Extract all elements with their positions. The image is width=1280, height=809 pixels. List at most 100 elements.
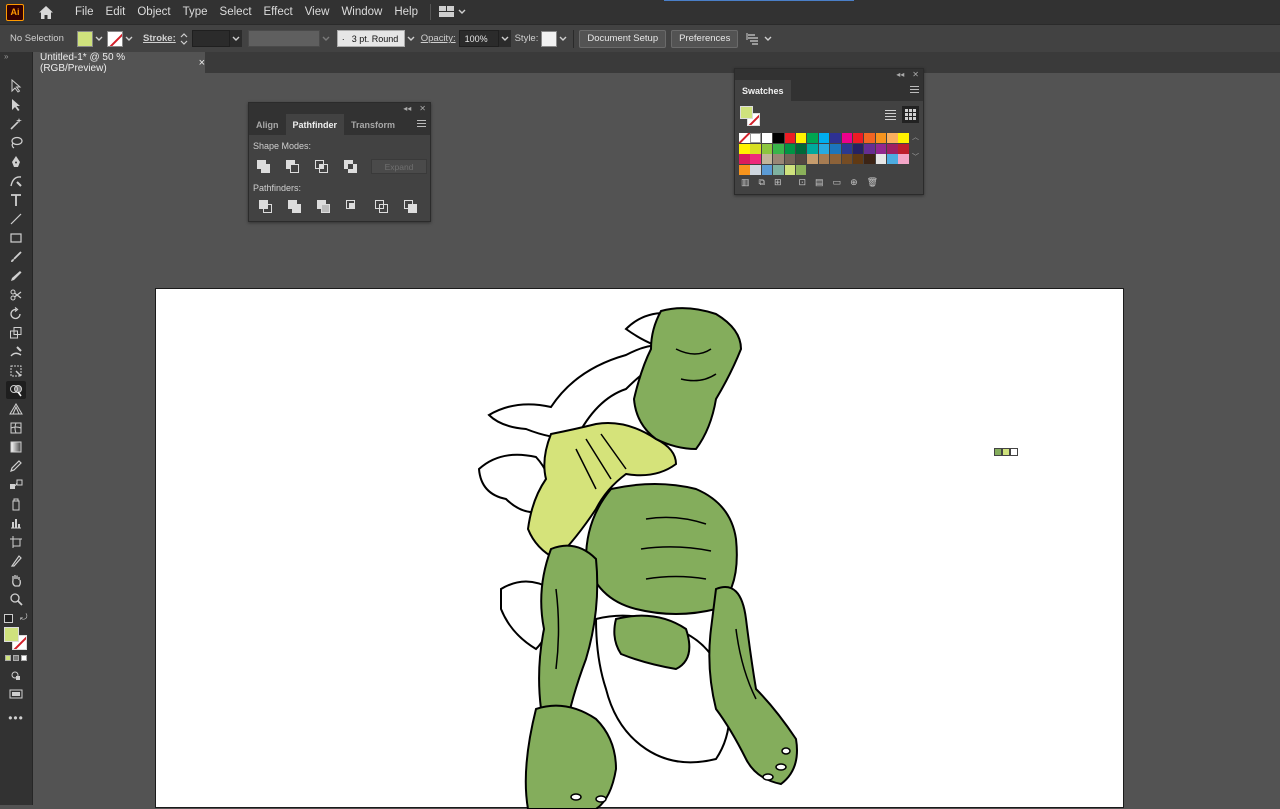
preferences-button[interactable]: Preferences xyxy=(671,29,739,48)
menu-window[interactable]: Window xyxy=(335,0,388,24)
merge-icon[interactable] xyxy=(317,200,331,214)
paintbrush-icon[interactable] xyxy=(6,248,26,266)
trash-icon[interactable]: 🗑 xyxy=(867,177,878,188)
swatch-options-icon[interactable]: ⊞ xyxy=(774,177,782,188)
edit-color-group-icon[interactable]: ▤ xyxy=(815,177,824,188)
swatch-row3-9[interactable] xyxy=(841,154,853,165)
swatch-row2-11[interactable] xyxy=(864,143,875,154)
swatch-row2-13[interactable] xyxy=(887,143,898,154)
none-mode-icon[interactable] xyxy=(21,655,27,661)
shape-builder-icon[interactable] xyxy=(6,381,26,399)
artboard-icon[interactable] xyxy=(6,533,26,551)
swatch-row3-4[interactable] xyxy=(784,154,796,165)
document-setup-button[interactable]: Document Setup xyxy=(579,29,667,48)
swatch-row3-6[interactable] xyxy=(807,154,818,165)
tab-swatches[interactable]: Swatches xyxy=(735,80,791,101)
gradient-mode-icon[interactable] xyxy=(13,655,19,661)
menu-type[interactable]: Type xyxy=(177,0,214,24)
type-icon[interactable] xyxy=(6,191,26,209)
canvas-swatch-group[interactable] xyxy=(994,448,1018,456)
menu-select[interactable]: Select xyxy=(214,0,258,24)
swatch-row1-14[interactable] xyxy=(898,133,909,143)
swatch-row3-5[interactable] xyxy=(795,154,807,165)
intersect-icon[interactable] xyxy=(315,160,329,174)
minus-back-icon[interactable] xyxy=(404,200,418,214)
scissors-icon[interactable] xyxy=(6,286,26,304)
chevron-down-icon[interactable] xyxy=(498,30,511,47)
swatch-row4-3[interactable] xyxy=(773,164,784,175)
close-icon[interactable]: × xyxy=(199,57,205,69)
new-color-group-icon[interactable]: ⊡ xyxy=(799,177,807,188)
magic-wand-icon[interactable] xyxy=(6,115,26,133)
swatch-row2-4[interactable] xyxy=(784,143,796,154)
swatch-row4-5[interactable] xyxy=(795,164,807,175)
swatch-row1-7[interactable] xyxy=(818,133,830,143)
menu-view[interactable]: View xyxy=(299,0,336,24)
tab-pathfinder[interactable]: Pathfinder xyxy=(285,114,345,135)
swap-colors-icon[interactable]: ⤾ xyxy=(20,612,28,623)
swatch-row1-1[interactable] xyxy=(750,133,761,143)
blend-icon[interactable] xyxy=(6,476,26,494)
swatch-row1-0[interactable] xyxy=(739,133,750,143)
swatch-row1-10[interactable] xyxy=(852,133,864,143)
tab-align[interactable]: Align xyxy=(249,114,286,135)
gradient-icon[interactable] xyxy=(6,438,26,456)
warp-icon[interactable] xyxy=(6,343,26,361)
swatch-row1-3[interactable] xyxy=(773,133,784,143)
swatch-row1-4[interactable] xyxy=(784,133,796,143)
rotate-icon[interactable] xyxy=(6,305,26,323)
rectangle-icon[interactable] xyxy=(6,229,26,247)
trim-icon[interactable] xyxy=(288,200,302,214)
arrange-icon[interactable] xyxy=(746,31,762,47)
panel-menu-icon[interactable] xyxy=(910,86,919,95)
color-mode-icon[interactable] xyxy=(5,655,11,661)
swatch-scrollbar[interactable]: ︿ ﹀ xyxy=(912,133,919,163)
divide-icon[interactable] xyxy=(259,200,273,214)
home-icon[interactable] xyxy=(37,3,55,21)
swatch-row1-8[interactable] xyxy=(830,133,841,143)
expand-button[interactable]: Expand xyxy=(371,159,427,174)
stroke-weight-field[interactable] xyxy=(191,30,230,47)
swatch-row2-12[interactable] xyxy=(875,143,887,154)
collapse-icon[interactable]: ◂◂ xyxy=(896,70,904,79)
graphic-style-swatch[interactable] xyxy=(541,30,558,47)
menu-help[interactable]: Help xyxy=(388,0,424,24)
swatch-libraries-icon[interactable]: ▥ xyxy=(741,177,750,188)
symbol-sprayer-icon[interactable] xyxy=(6,495,26,513)
swatch-row1-13[interactable] xyxy=(887,133,898,143)
fill-proxy-swatch[interactable] xyxy=(4,627,19,642)
chevron-down-icon[interactable] xyxy=(405,31,417,47)
swatch-row3-2[interactable] xyxy=(761,154,773,165)
swatch-row2-14[interactable] xyxy=(898,143,909,154)
swatch-row1-11[interactable] xyxy=(864,133,875,143)
workspace-switcher[interactable] xyxy=(439,6,466,18)
more-tools-icon[interactable]: ••• xyxy=(6,709,26,727)
chevron-down-icon[interactable] xyxy=(123,31,135,47)
collapse-icon[interactable]: » xyxy=(0,52,32,62)
swatch-row2-9[interactable] xyxy=(841,143,853,154)
swatch-row3-12[interactable] xyxy=(875,154,887,165)
new-swatch-icon[interactable]: ⊕ xyxy=(850,177,858,188)
opacity-field[interactable]: 100% xyxy=(458,30,499,47)
swatch-row2-10[interactable] xyxy=(852,143,864,154)
free-transform-icon[interactable] xyxy=(6,362,26,380)
document-tab[interactable]: Untitled-1* @ 50 % (RGB/Preview) × xyxy=(33,52,205,74)
screen-mode-icon[interactable] xyxy=(6,685,26,703)
chevron-down-icon[interactable] xyxy=(229,30,242,47)
perspective-icon[interactable] xyxy=(6,400,26,418)
artboard[interactable] xyxy=(155,288,1124,809)
minus-front-icon[interactable] xyxy=(286,160,300,174)
zoom-icon[interactable] xyxy=(6,590,26,608)
swatch-row3-7[interactable] xyxy=(818,154,830,165)
swatch-row2-8[interactable] xyxy=(830,143,841,154)
chevron-down-icon[interactable] xyxy=(762,31,774,47)
unite-icon[interactable] xyxy=(257,160,271,174)
tab-transform[interactable]: Transform xyxy=(344,114,402,135)
swatch-row3-0[interactable] xyxy=(739,154,750,165)
line-icon[interactable] xyxy=(6,210,26,228)
show-kinds-icon[interactable]: ⧉ xyxy=(759,177,765,188)
chevron-down-icon[interactable] xyxy=(557,31,569,47)
swatch-row4-0[interactable] xyxy=(739,164,750,175)
hand-icon[interactable] xyxy=(6,571,26,589)
swatch-row2-6[interactable] xyxy=(807,143,818,154)
